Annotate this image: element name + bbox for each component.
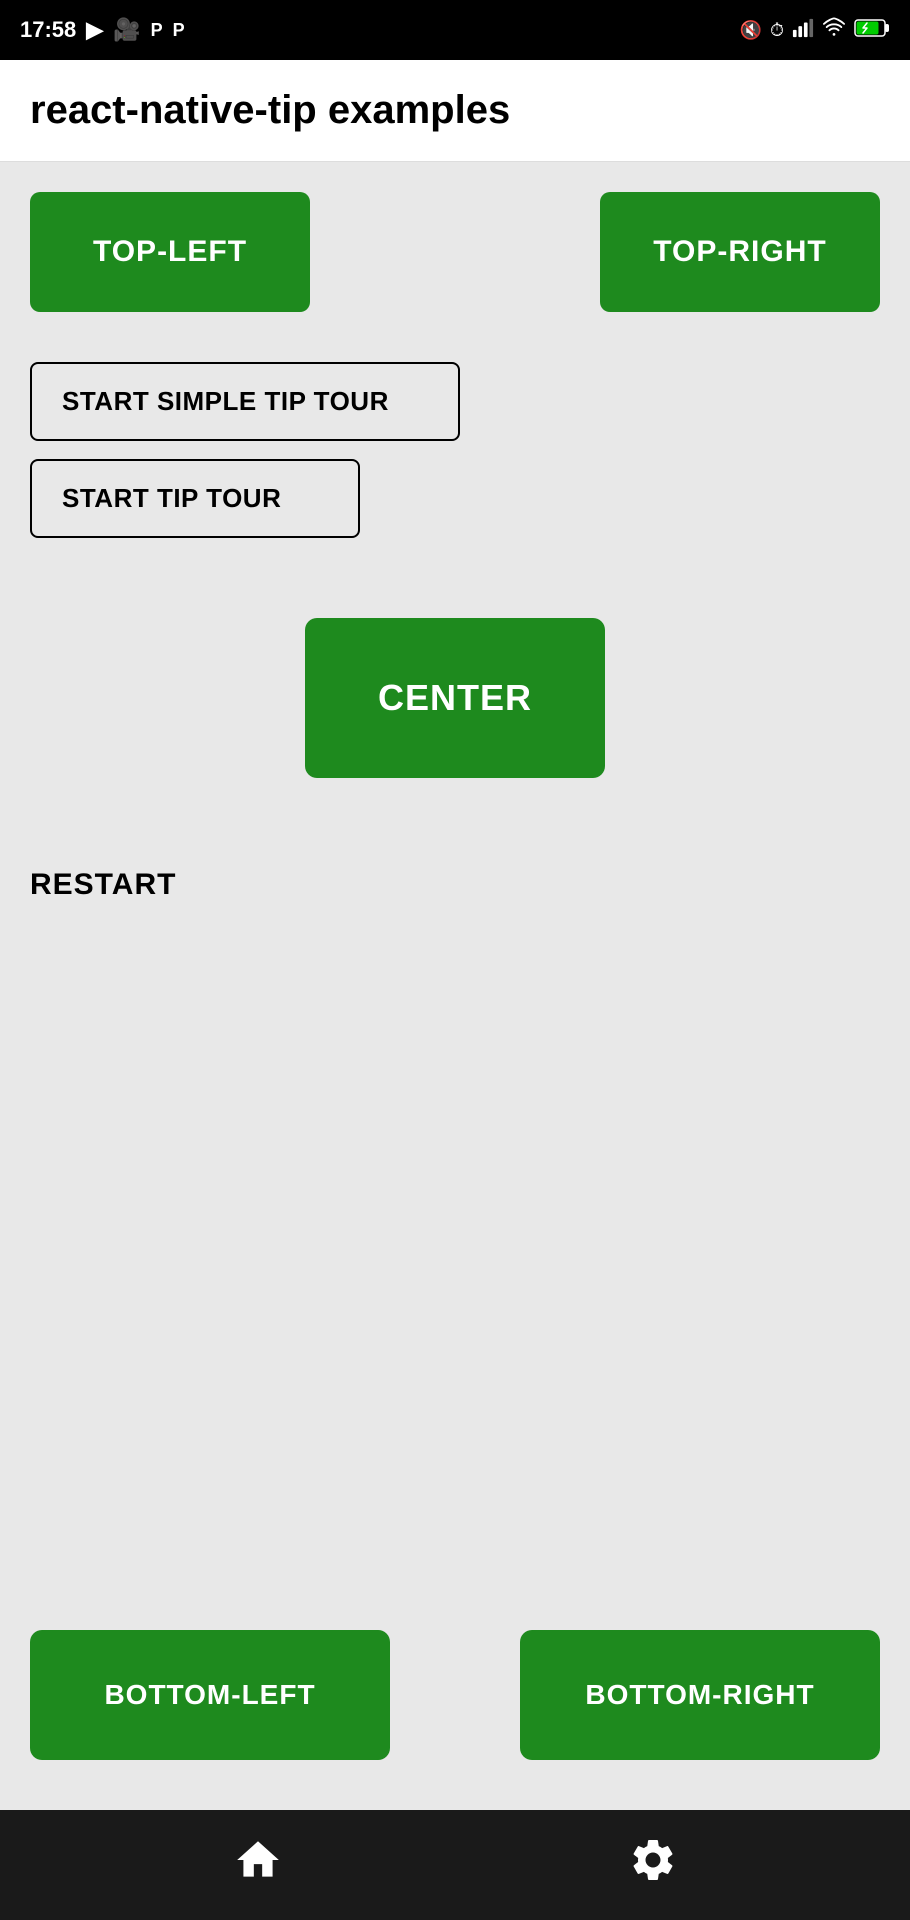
battery-icon: [854, 17, 890, 44]
settings-nav-button[interactable]: [618, 1825, 688, 1906]
app-header: react-native-tip examples: [0, 60, 910, 162]
start-simple-tip-tour-button[interactable]: START SIMPLE TIP TOUR: [30, 362, 460, 441]
video-icon: 🎥: [113, 17, 140, 43]
bottom-nav: [0, 1810, 910, 1920]
status-time: 17:58: [20, 17, 76, 43]
status-bar: 17:58 ▶ 🎥 P P 🔇 ⏱: [0, 0, 910, 60]
bottom-left-button[interactable]: BOTTOM-LEFT: [30, 1630, 390, 1760]
restart-button[interactable]: RESTART: [30, 858, 176, 912]
home-nav-button[interactable]: [223, 1825, 293, 1906]
gear-icon: [628, 1835, 678, 1896]
main-content: TOP-LEFT TOP-RIGHT START SIMPLE TIP TOUR…: [0, 162, 910, 1810]
center-button[interactable]: CENTER: [305, 618, 605, 778]
top-left-button[interactable]: TOP-LEFT: [30, 192, 310, 312]
alarm-icon: ⏱: [770, 20, 784, 41]
top-buttons-row: TOP-LEFT TOP-RIGHT: [30, 192, 880, 312]
status-time-area: 17:58 ▶ 🎥 P P: [20, 17, 185, 43]
wifi-icon: [822, 17, 846, 44]
bottom-buttons-row: BOTTOM-LEFT BOTTOM-RIGHT: [30, 1630, 880, 1760]
status-icons-area: 🔇 ⏱: [740, 17, 890, 44]
app-title: react-native-tip examples: [30, 88, 880, 133]
start-tip-tour-button[interactable]: START TIP TOUR: [30, 459, 360, 538]
signal-icon: [792, 17, 814, 44]
center-section: CENTER: [30, 618, 880, 778]
bottom-right-button[interactable]: BOTTOM-RIGHT: [520, 1630, 880, 1760]
tour-buttons-col: START SIMPLE TIP TOUR START TIP TOUR: [30, 362, 880, 538]
restart-section: RESTART: [30, 858, 880, 912]
home-icon: [233, 1835, 283, 1896]
top-right-button[interactable]: TOP-RIGHT: [600, 192, 880, 312]
p1-icon: P: [151, 20, 163, 41]
play-icon: ▶: [86, 17, 103, 43]
mute-icon: 🔇: [740, 20, 762, 41]
p2-icon: P: [173, 20, 185, 41]
